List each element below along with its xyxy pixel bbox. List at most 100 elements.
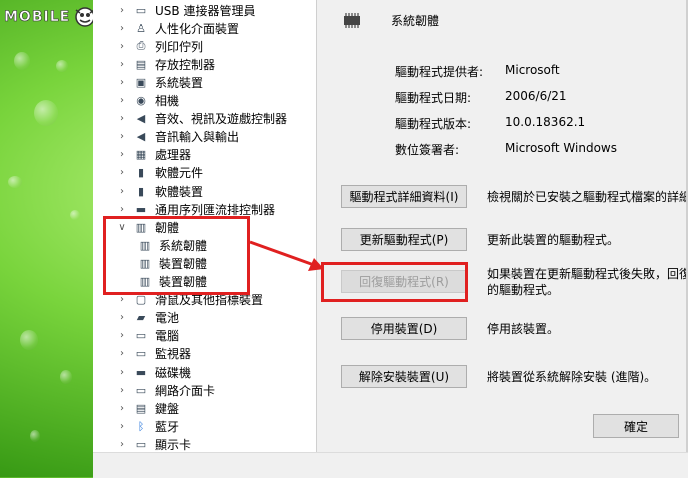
tree-item-label: 監視器 <box>155 347 192 362</box>
chevron-right-icon[interactable]: › <box>117 330 127 341</box>
update-driver-desc: 更新此裝置的驅動程式。 <box>487 233 620 247</box>
roll-back-desc-line1: 如果裝置在更新驅動程式後失敗，回復 <box>487 267 688 281</box>
tree-category[interactable]: › ♙ 人性化介面裝置 <box>117 19 239 37</box>
tree-item-label: 鍵盤 <box>155 401 180 416</box>
chevron-right-icon[interactable]: › <box>117 113 127 124</box>
dialog-header: 系統韌體 <box>341 12 439 29</box>
tree-item-label: 系統裝置 <box>155 75 204 90</box>
usb-connector-icon: ▭ <box>135 3 147 17</box>
chevron-right-icon[interactable]: › <box>117 204 127 215</box>
tree-category[interactable]: › ▣ 系統裝置 <box>117 73 203 91</box>
computer-icon: ▭ <box>135 329 147 343</box>
keyboard-icon: ▤ <box>135 401 147 415</box>
chevron-right-icon[interactable]: › <box>117 186 127 197</box>
tree-category[interactable]: › ◉ 相機 <box>117 92 179 110</box>
water-droplet <box>56 60 68 72</box>
tree-category[interactable]: › ⎙ 列印佇列 <box>117 37 203 55</box>
tree-category[interactable]: › ▤ 鍵盤 <box>117 399 179 417</box>
tree-item-label: 電池 <box>155 311 180 326</box>
prop-key: 驅動程式提供者: <box>395 65 484 79</box>
chip-icon <box>344 12 360 28</box>
driver-properties-dialog: 系統韌體 驅動程式提供者: Microsoft 驅動程式日期: 2006/6/21 … <box>316 0 688 452</box>
device-name: 系統韌體 <box>391 14 440 28</box>
chevron-right-icon[interactable]: › <box>117 167 127 178</box>
water-droplet <box>34 100 58 126</box>
chevron-right-icon[interactable]: › <box>117 385 127 396</box>
annotation-arrow-icon <box>249 240 324 271</box>
chevron-right-icon[interactable]: › <box>117 312 127 323</box>
watermark-logo: MOBILE <box>4 6 98 28</box>
tree-category[interactable]: › ▰ 電池 <box>117 309 179 327</box>
uninstall-device-desc: 將裝置從系統解除安裝 (進階)。 <box>487 370 657 384</box>
chevron-right-icon[interactable]: › <box>117 149 127 160</box>
tree-item-label: 磁碟機 <box>155 365 192 380</box>
monitor-icon: ▭ <box>135 347 147 361</box>
speaker-icon: ◀ <box>136 112 146 126</box>
tree-item-label: 電腦 <box>155 329 180 344</box>
chevron-right-icon[interactable]: › <box>117 421 127 432</box>
tree-category[interactable]: › ▮ 軟體裝置 <box>117 182 203 200</box>
prop-key: 數位簽署者: <box>395 143 460 157</box>
usb-controller-icon: ▬ <box>135 202 147 216</box>
printer-icon: ⎙ <box>136 39 146 53</box>
disk-drive-icon: ▬ <box>135 365 147 379</box>
audio-io-icon: ◀ <box>136 130 146 144</box>
tree-category[interactable]: › ◀ 音訊輸入與輸出 <box>117 128 239 146</box>
disable-device-desc: 停用該裝置。 <box>487 322 560 336</box>
tree-item-label: 顯示卡 <box>155 437 192 452</box>
tree-item-label: 音訊輸入與輸出 <box>155 130 240 145</box>
chevron-right-icon[interactable]: › <box>117 5 127 16</box>
chevron-right-icon[interactable]: › <box>117 294 127 305</box>
tree-category[interactable]: › ◀ 音效、視訊及遊戲控制器 <box>117 110 287 128</box>
prop-key: 驅動程式版本: <box>395 117 472 131</box>
tree-category[interactable]: › ▭ 電腦 <box>117 327 179 345</box>
chevron-right-icon[interactable]: › <box>117 439 127 450</box>
chevron-right-icon[interactable]: › <box>117 348 127 359</box>
update-driver-button[interactable]: 更新驅動程式(P) <box>341 228 467 251</box>
tree-item-label: 列印佇列 <box>155 39 204 54</box>
water-droplet <box>20 330 38 350</box>
tree-category[interactable]: › ▤ 存放控制器 <box>117 55 215 73</box>
chevron-right-icon[interactable]: › <box>117 41 127 52</box>
tree-category[interactable]: › ▭ 監視器 <box>117 345 191 363</box>
driver-details-desc: 檢視關於已安裝之驅動程式檔案的詳細 <box>487 190 688 204</box>
disable-device-button[interactable]: 停用裝置(D) <box>341 317 467 340</box>
chevron-right-icon[interactable]: › <box>117 23 127 34</box>
prop-value: 2006/6/21 <box>505 89 567 103</box>
tree-category[interactable]: › ▭ 顯示卡 <box>117 435 191 452</box>
prop-value: Microsoft Windows <box>505 141 617 155</box>
tree-item-label: 存放控制器 <box>155 57 216 72</box>
water-droplet <box>30 430 40 442</box>
chevron-right-icon[interactable]: › <box>117 77 127 88</box>
bluetooth-icon: ᛒ <box>137 419 145 433</box>
ok-button[interactable]: 確定 <box>593 414 679 438</box>
tree-category[interactable]: › ᛒ 藍牙 <box>117 417 179 435</box>
firmware-highlight-box <box>103 216 250 295</box>
tree-item-label: 處理器 <box>155 148 192 163</box>
watermark-text: MOBILE <box>4 9 71 26</box>
prop-row-provider: 驅動程式提供者: Microsoft <box>395 63 560 80</box>
chevron-right-icon[interactable]: › <box>117 59 127 70</box>
hid-icon: ♙ <box>136 21 146 35</box>
uninstall-device-button[interactable]: 解除安裝裝置(U) <box>341 365 467 388</box>
tree-category[interactable]: › ▬ 磁碟機 <box>117 363 191 381</box>
water-droplet <box>8 176 22 188</box>
processor-icon: ▦ <box>135 148 147 162</box>
network-adapter-icon: ▭ <box>135 383 147 397</box>
chevron-right-icon[interactable]: › <box>117 131 127 142</box>
tree-item-label: 藍牙 <box>155 419 180 434</box>
tree-item-label: 軟體裝置 <box>155 184 204 199</box>
tree-category[interactable]: › ▮ 軟體元件 <box>117 164 203 182</box>
chevron-right-icon[interactable]: › <box>117 95 127 106</box>
tree-category[interactable]: › ▦ 處理器 <box>117 146 191 164</box>
chevron-right-icon[interactable]: › <box>117 367 127 378</box>
software-component-icon: ▮ <box>137 166 145 180</box>
prop-row-signer: 數位簽署者: Microsoft Windows <box>395 141 617 158</box>
prop-row-version: 驅動程式版本: 10.0.18362.1 <box>395 115 585 132</box>
tree-category[interactable]: › ▭ 網路介面卡 <box>117 381 215 399</box>
chevron-right-icon[interactable]: › <box>117 403 127 414</box>
tree-category[interactable]: › ▭ USB 連接器管理員 <box>117 1 255 19</box>
tree-item-label: 音效、視訊及遊戲控制器 <box>155 112 288 127</box>
driver-details-button[interactable]: 驅動程式詳細資料(I) <box>341 185 467 208</box>
water-droplet <box>14 52 30 70</box>
